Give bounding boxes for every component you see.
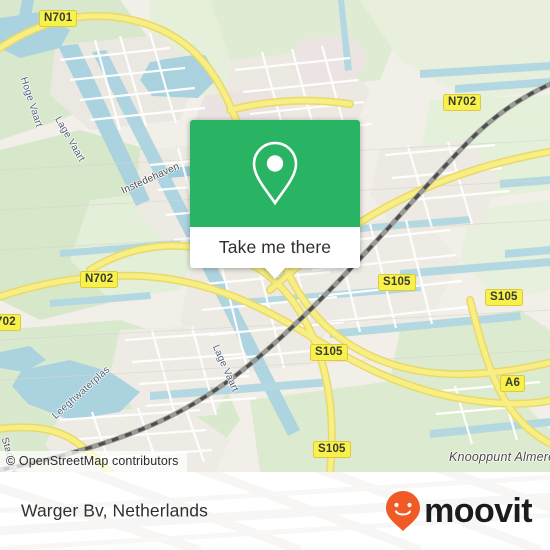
callout-pin-panel xyxy=(190,120,360,227)
road-shield: N701 xyxy=(39,10,78,27)
road-shield: A6 xyxy=(500,375,526,392)
road-shield: N702 xyxy=(443,94,482,111)
road-shield: S105 xyxy=(485,289,523,306)
road-shield: N702 xyxy=(80,271,119,288)
place-title: Warger Bv, Netherlands xyxy=(21,500,208,521)
map-canvas[interactable]: N701N702N702702S105S105S105S105A6 Hoge V… xyxy=(0,0,550,472)
road-shield: S105 xyxy=(313,441,351,458)
take-me-there-label: Take me there xyxy=(218,237,332,257)
map-label: Knooppunt Almere xyxy=(449,450,550,464)
road-shield: S105 xyxy=(310,344,348,361)
location-pin-icon xyxy=(252,141,298,205)
footer-bar: Warger Bv, Netherlands moovit xyxy=(0,472,550,550)
take-me-there-callout[interactable]: Take me there xyxy=(190,120,360,279)
road-shield: S105 xyxy=(378,274,416,291)
osm-attribution[interactable]: © OpenStreetMap contributors xyxy=(0,451,187,472)
map-screenshot: N701N702N702702S105S105S105S105A6 Hoge V… xyxy=(0,0,550,550)
moovit-pin-icon xyxy=(386,491,421,531)
road-shield: 702 xyxy=(0,314,21,331)
callout-tail-icon xyxy=(264,267,286,279)
callout-action-bar[interactable]: Take me there xyxy=(190,227,360,279)
moovit-brand[interactable]: moovit xyxy=(384,490,533,532)
moovit-wordmark: moovit xyxy=(424,492,532,530)
